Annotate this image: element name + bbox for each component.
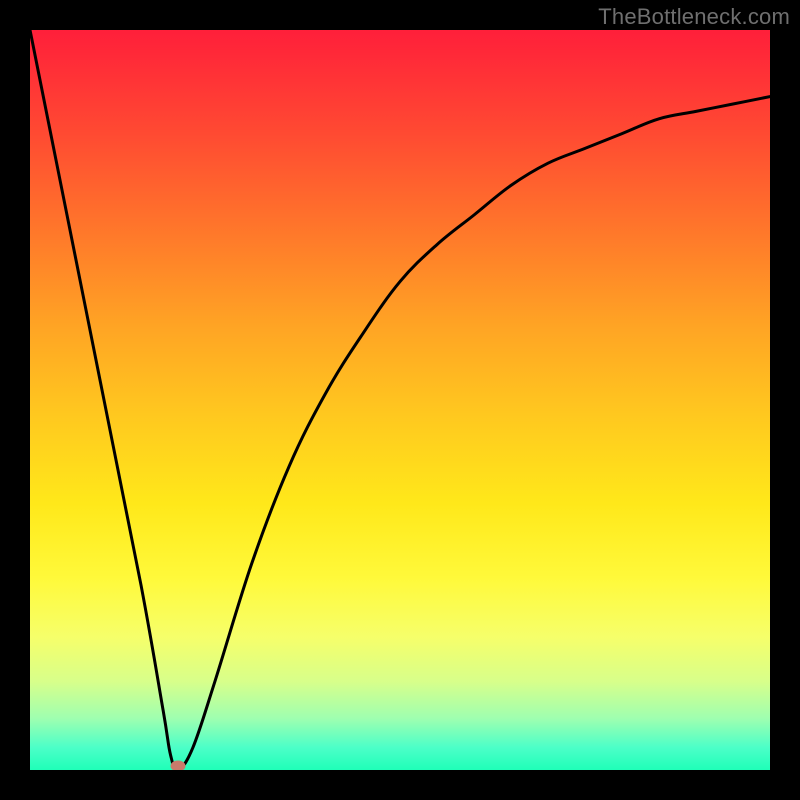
bottleneck-curve bbox=[30, 30, 770, 770]
plot-area bbox=[30, 30, 770, 770]
watermark-text: TheBottleneck.com bbox=[598, 4, 790, 30]
chart-frame: TheBottleneck.com bbox=[0, 0, 800, 800]
curve-svg bbox=[30, 30, 770, 770]
optimum-marker bbox=[171, 761, 186, 770]
